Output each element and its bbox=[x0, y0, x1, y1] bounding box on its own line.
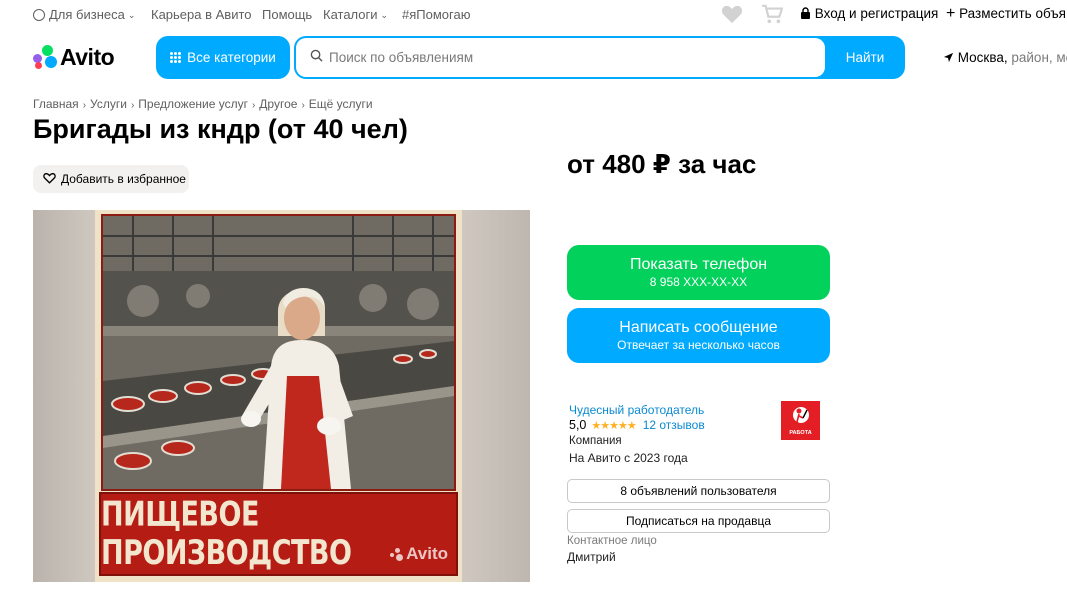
search-field[interactable] bbox=[296, 38, 825, 77]
breadcrumb-item[interactable]: Главная bbox=[33, 97, 79, 111]
chevron-down-icon: ⌄ bbox=[380, 10, 389, 20]
business-icon bbox=[33, 9, 45, 21]
price: от 480 ₽ за час bbox=[567, 149, 757, 179]
chevron-down-icon: ⌄ bbox=[127, 10, 136, 20]
breadcrumb: Главная › Услуги › Предложение услуг › Другое ›… bbox=[33, 97, 373, 111]
chevron-right-icon: › bbox=[251, 100, 256, 111]
breadcrumb-item[interactable]: Услуги bbox=[90, 97, 127, 111]
logo-text: Avito bbox=[60, 43, 115, 70]
show-phone-label: Показать телефон bbox=[629, 256, 768, 273]
rating-value: 5,0 bbox=[569, 418, 587, 432]
avito-watermark: Avito bbox=[390, 544, 448, 564]
career-link[interactable]: Карьера в Авито bbox=[151, 7, 252, 22]
cart-icon[interactable] bbox=[761, 4, 784, 29]
image-blur-left bbox=[33, 210, 95, 582]
chevron-right-icon: › bbox=[82, 100, 87, 111]
all-categories-button[interactable]: Все категории bbox=[156, 36, 290, 79]
grid-dots-icon bbox=[170, 52, 182, 63]
avito-logo[interactable]: Avito bbox=[33, 43, 115, 70]
favorites-heart-icon[interactable] bbox=[721, 4, 743, 29]
post-ad-link[interactable]: + Разместить объя bbox=[946, 5, 1066, 22]
plus-icon: + bbox=[946, 5, 956, 22]
seller-name-link[interactable]: Чудесный работодатель bbox=[569, 403, 704, 417]
chevron-right-icon: › bbox=[130, 100, 135, 111]
write-message-button[interactable]: Написать сообщение Отвечает за несколько… bbox=[567, 308, 830, 363]
top-utility-bar: Для бизнеса ⌄ Карьера в Авито Помощь Ката… bbox=[0, 0, 1067, 30]
page-title: Бригады из кндр (от 40 чел) bbox=[33, 114, 408, 144]
catalogs-menu[interactable]: Каталоги ⌄ bbox=[323, 7, 388, 22]
watermark-dots-icon bbox=[390, 547, 404, 561]
poster-caption-banner: ПИЩЕВОЕ ПРОИЗВОДСТВО Avito bbox=[99, 492, 458, 576]
listing-image-gallery[interactable]: ПИЩЕВОЕ ПРОИЗВОДСТВО Avito bbox=[33, 210, 530, 582]
seller-logo-text: РАБОТА bbox=[789, 430, 812, 436]
seller-rating: 5,0 ★★★★★ 12 отзывов bbox=[569, 418, 705, 432]
seller-since: На Авито с 2023 года bbox=[569, 451, 688, 465]
lock-icon bbox=[800, 6, 815, 21]
breadcrumb-item[interactable]: Предложение услуг bbox=[138, 97, 248, 111]
masked-phone-number: 8 958 XXX-XX-XX bbox=[649, 275, 748, 289]
subscribe-seller-button[interactable]: Подписаться на продавца bbox=[567, 509, 830, 533]
contact-person-label: Контактное лицо bbox=[567, 535, 657, 547]
login-link[interactable]: Вход и регистрация bbox=[800, 6, 938, 21]
logo-dots-icon bbox=[33, 45, 57, 69]
chevron-right-icon: › bbox=[301, 100, 305, 111]
write-message-label: Написать сообщение bbox=[619, 319, 778, 336]
location-arrow-icon bbox=[943, 50, 958, 65]
for-business-link[interactable]: Для бизнеса ⌄ bbox=[33, 7, 135, 22]
help-tag-link[interactable]: #яПомогаю bbox=[402, 7, 470, 22]
search-bar: Найти bbox=[294, 36, 905, 79]
search-button[interactable]: Найти bbox=[825, 36, 905, 79]
factory-illustration bbox=[101, 214, 456, 491]
heart-outline-icon bbox=[43, 172, 56, 187]
search-icon bbox=[310, 49, 323, 67]
breadcrumb-item[interactable]: Другое bbox=[259, 97, 297, 111]
image-blur-right bbox=[462, 210, 530, 582]
rating-stars-icon: ★★★★★ bbox=[591, 419, 636, 432]
seller-ads-button[interactable]: 8 объявлений пользователя bbox=[567, 479, 830, 503]
worker-figure-icon bbox=[792, 407, 809, 428]
show-phone-button[interactable]: Показать телефон 8 958 XXX-XX-XX bbox=[567, 245, 830, 300]
response-time: Отвечает за несколько часов bbox=[617, 338, 780, 352]
location-selector[interactable]: Москва, район, ме bbox=[943, 50, 1067, 65]
seller-type: Компания bbox=[569, 435, 622, 447]
search-input[interactable] bbox=[329, 50, 809, 65]
reviews-link[interactable]: 12 отзывов bbox=[643, 418, 705, 432]
listing-photo: ПИЩЕВОЕ ПРОИЗВОДСТВО Avito bbox=[95, 210, 462, 582]
seller-avatar[interactable]: РАБОТА bbox=[781, 401, 820, 440]
add-to-favorites-button[interactable]: Добавить в избранное bbox=[33, 165, 189, 193]
breadcrumb-item[interactable]: Ещё услуги bbox=[309, 97, 373, 111]
contact-person-name: Дмитрий bbox=[567, 550, 616, 564]
help-link[interactable]: Помощь bbox=[262, 7, 312, 22]
